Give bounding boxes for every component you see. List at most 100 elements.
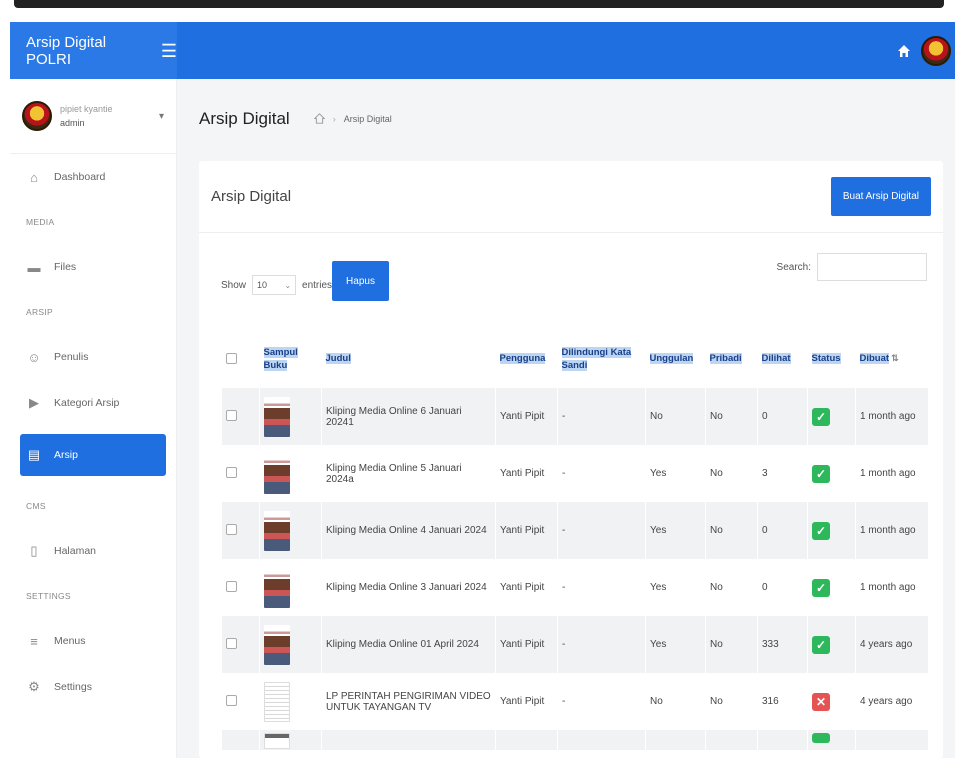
table-header-row: Sampul Buku Judul Pengguna Dilindungi Ka… xyxy=(222,331,928,388)
cell-dibuat: 1 month ago xyxy=(855,502,928,559)
cover-thumbnail[interactable] xyxy=(264,681,290,722)
table-row[interactable]: Kliping Media Online 3 Januari 2024 Yanti… xyxy=(221,559,928,616)
row-checkbox[interactable] xyxy=(226,523,237,535)
cell-dilihat: 0 xyxy=(757,559,808,616)
sidebar-item-label: Halaman xyxy=(54,545,97,557)
cover-thumbnail[interactable] xyxy=(264,453,290,494)
hamburger-menu-icon[interactable]: ☰ xyxy=(161,42,177,60)
main-content: Arsip Digital › Arsip Digital Arsip Digi… xyxy=(177,79,955,758)
check-icon[interactable]: ✓ xyxy=(812,521,830,540)
table-row[interactable]: LP PERINTAH PENGIRIMAN VIDEO UNTUK TAYAN… xyxy=(221,673,928,730)
cell-dilihat: 316 xyxy=(757,673,808,730)
navbar-right xyxy=(897,22,951,79)
check-icon[interactable]: ✓ xyxy=(812,407,830,426)
cell-pengguna: Yanti Pipit xyxy=(495,616,558,673)
home-icon[interactable] xyxy=(897,44,911,58)
cover-thumbnail[interactable] xyxy=(264,567,290,608)
table-row[interactable]: Kliping Media Online 01 April 2024 Yanti … xyxy=(221,616,928,673)
cell-judul[interactable]: Kliping Media Online 01 April 2024 xyxy=(321,616,496,673)
cover-thumbnail[interactable] xyxy=(264,510,290,551)
create-archive-button[interactable]: Buat Arsip Digital xyxy=(830,177,931,216)
delete-button[interactable]: Hapus xyxy=(332,261,389,301)
column-header-unggulan[interactable]: Unggulan xyxy=(646,331,706,388)
page-header: Arsip Digital › Arsip Digital xyxy=(199,109,392,129)
cover-thumbnail[interactable] xyxy=(264,733,290,749)
select-all-checkbox[interactable] xyxy=(225,352,237,364)
avatar xyxy=(22,101,52,131)
cell-unggulan: Yes xyxy=(645,445,706,502)
check-icon[interactable]: ✓ xyxy=(812,464,830,483)
sort-icon[interactable]: ⇅ xyxy=(891,353,899,363)
cell-sandi: - xyxy=(557,445,646,502)
sidebar-item-menus[interactable]: ≡ Menus xyxy=(10,618,176,664)
caret-down-icon[interactable]: ▾ xyxy=(159,111,164,122)
sidebar-item-files[interactable]: ▬ Files xyxy=(10,244,176,290)
sidebar-item-settings[interactable]: ⚙ Settings xyxy=(10,664,176,710)
sidebar-item-label: Dashboard xyxy=(54,171,106,183)
column-header-judul[interactable]: Judul xyxy=(322,331,496,388)
top-strip xyxy=(0,0,955,8)
sidebar: pipiet kyantie admin ▾ ⌂ Dashboard MEDIA ▬ F… xyxy=(10,79,177,758)
sidebar-item-label: Penulis xyxy=(54,351,89,363)
column-header-pribadi[interactable]: Pribadi xyxy=(706,331,758,388)
cell-pengguna: Yanti Pipit xyxy=(495,559,558,616)
cover-thumbnail[interactable] xyxy=(264,624,290,665)
cell-sandi: - xyxy=(557,673,646,730)
column-header-dilihat[interactable]: Dilihat xyxy=(758,331,808,388)
user-panel[interactable]: pipiet kyantie admin ▾ xyxy=(10,79,176,154)
cell-judul[interactable]: LP PERINTAH PENGIRIMAN VIDEO UNTUK TAYAN… xyxy=(321,673,496,730)
sidebar-item-penulis[interactable]: ☺ Penulis xyxy=(10,334,176,380)
cover-thumbnail[interactable] xyxy=(264,396,290,437)
breadcrumb-home-icon[interactable] xyxy=(313,112,326,126)
row-checkbox[interactable] xyxy=(226,580,237,592)
entries-select[interactable]: 10 ⌄ xyxy=(252,275,297,295)
table-row[interactable]: Kliping Media Online 6 Januari 20241 Yant… xyxy=(221,388,928,445)
cell-unggulan: Yes xyxy=(645,559,706,616)
column-header-dibuat[interactable]: Dibuat ⇅ xyxy=(856,331,928,388)
chevron-down-icon: ⌄ xyxy=(284,280,292,290)
cell-unggulan: No xyxy=(645,388,706,445)
sidebar-item-arsip[interactable]: ▤ Arsip xyxy=(20,434,166,476)
cell-dibuat: 4 years ago xyxy=(855,616,928,673)
column-header-status[interactable]: Status xyxy=(808,331,856,388)
table-row[interactable]: Kliping Media Online 5 Januari 2024a Yant… xyxy=(221,445,928,502)
cell-unggulan: Yes xyxy=(645,502,706,559)
column-header-pengguna[interactable]: Pengguna xyxy=(496,331,558,388)
check-icon[interactable]: ✓ xyxy=(812,635,830,654)
check-icon[interactable] xyxy=(812,733,830,743)
cell-pribadi: No xyxy=(705,388,758,445)
users-icon: ☺ xyxy=(27,349,41,365)
sidebar-item-halaman[interactable]: ▯ Halaman xyxy=(10,528,176,574)
cell-sandi: - xyxy=(557,388,646,445)
row-checkbox[interactable] xyxy=(226,694,237,706)
column-header-sampul[interactable]: Sampul Buku xyxy=(260,331,322,388)
table-row[interactable]: Kliping Media Online 4 Januari 2024 Yanti… xyxy=(221,502,928,559)
cell-judul[interactable]: Kliping Media Online 6 Januari 20241 xyxy=(321,388,496,445)
cell-judul[interactable]: Kliping Media Online 3 Januari 2024 xyxy=(321,559,496,616)
sidebar-header: MEDIA xyxy=(26,217,55,227)
cell-pribadi: No xyxy=(705,616,758,673)
cell-pengguna: Yanti Pipit xyxy=(495,502,558,559)
cell-pengguna: Yanti Pipit xyxy=(495,445,558,502)
table-row[interactable] xyxy=(221,730,928,750)
cell-dilihat: 0 xyxy=(757,502,808,559)
column-header-sandi[interactable]: Dilindungi Kata Sandi xyxy=(558,331,646,388)
cell-dibuat: 1 month ago xyxy=(855,388,928,445)
sidebar-item-dashboard[interactable]: ⌂ Dashboard xyxy=(10,154,176,200)
cell-judul[interactable]: Kliping Media Online 5 Januari 2024a xyxy=(321,445,496,502)
row-checkbox[interactable] xyxy=(226,466,237,478)
sidebar-item-kategori-arsip[interactable]: ▶ Kategori Arsip xyxy=(10,380,176,426)
sidebar-header: SETTINGS xyxy=(26,591,71,601)
brand-title: Arsip Digital POLRI xyxy=(26,33,107,68)
brand[interactable]: Arsip Digital POLRI ☰ xyxy=(10,22,177,79)
check-icon[interactable]: ✓ xyxy=(812,578,830,597)
cross-icon[interactable]: ✕ xyxy=(812,692,830,711)
archive-card: Arsip Digital Buat Arsip Digital Show 10… xyxy=(199,161,943,758)
polri-logo-icon[interactable] xyxy=(921,35,951,66)
row-checkbox[interactable] xyxy=(226,637,237,649)
search-input[interactable] xyxy=(817,253,927,281)
row-checkbox[interactable] xyxy=(226,409,237,421)
cell-judul[interactable]: Kliping Media Online 4 Januari 2024 xyxy=(321,502,496,559)
gear-icon: ⚙ xyxy=(28,679,40,694)
cell-unggulan: No xyxy=(645,673,706,730)
